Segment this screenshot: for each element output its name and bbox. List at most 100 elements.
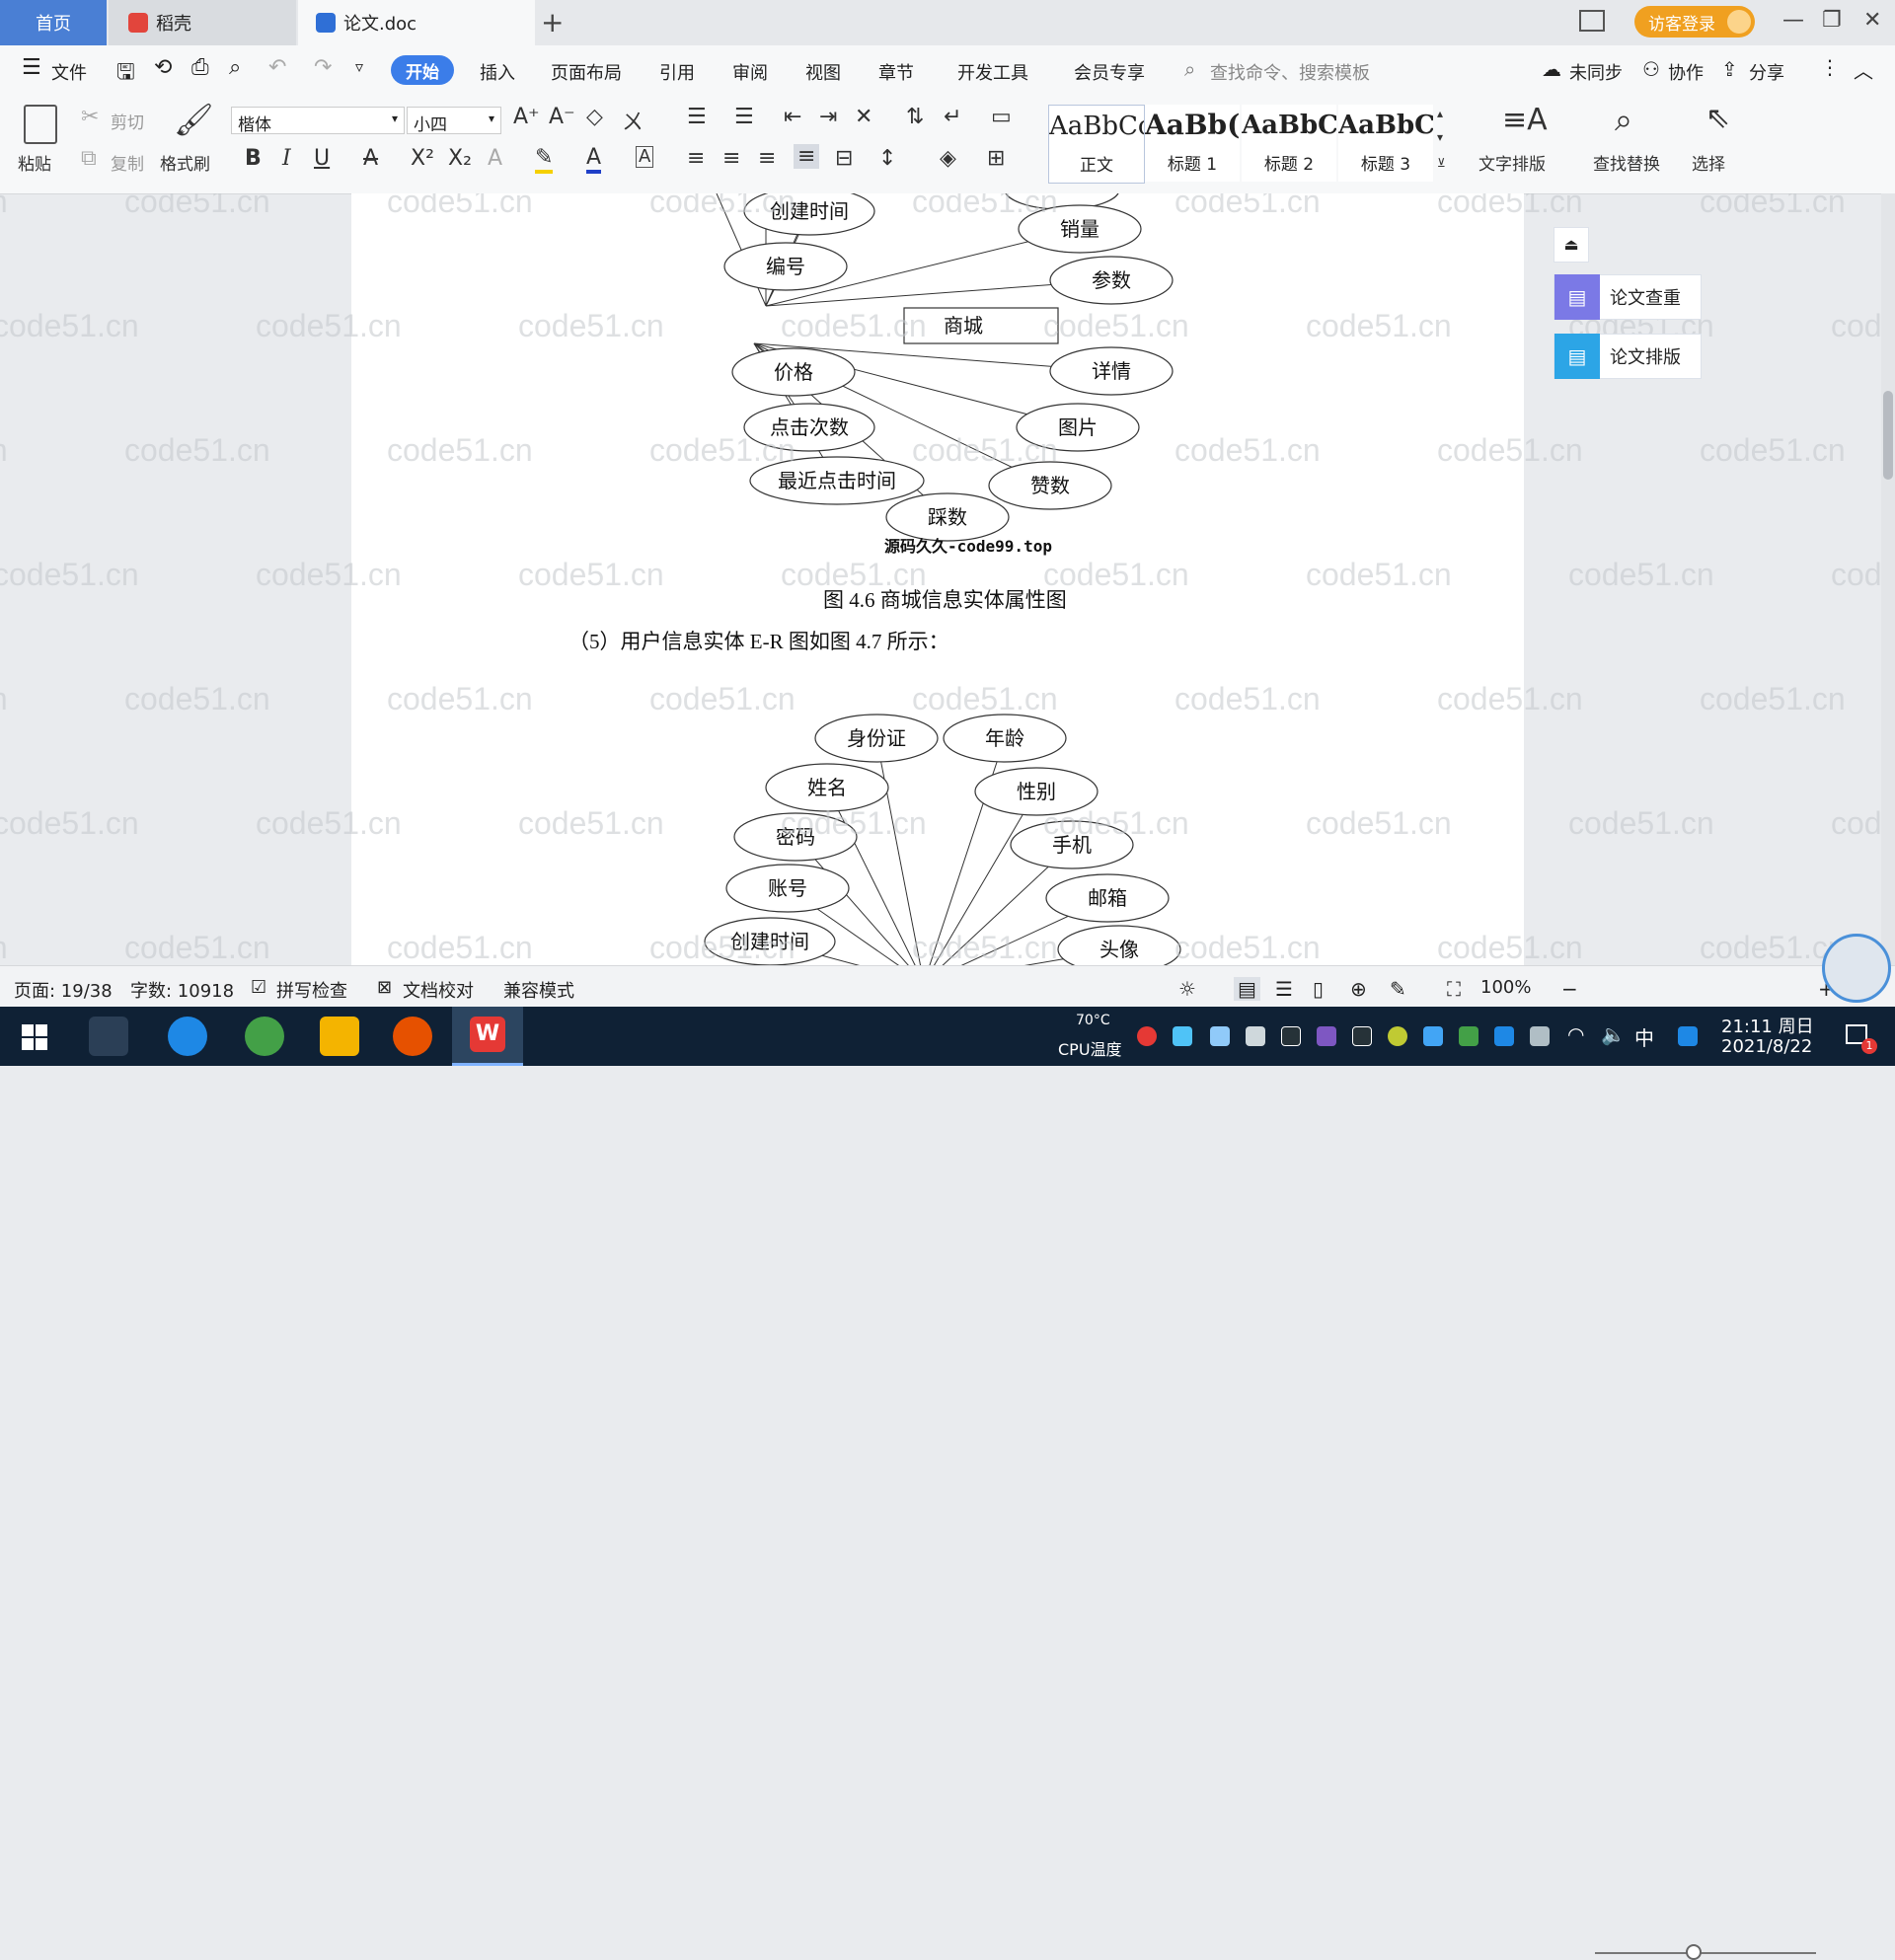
proofread-button[interactable]: 文档校对 [403, 977, 474, 1003]
save-icon[interactable]: 🖫 [116, 55, 135, 93]
eye-protect-icon[interactable]: ☼ [1178, 977, 1196, 1001]
chinese-layout-icon[interactable]: ✕ [855, 105, 872, 129]
subscript-icon[interactable]: X₂ [448, 146, 472, 171]
paste-button[interactable]: 粘贴 [18, 150, 51, 175]
assistant-mascot-icon[interactable] [1822, 934, 1891, 1003]
decrease-indent-icon[interactable]: ⇤ [784, 105, 801, 129]
menu-insert[interactable]: 插入 [480, 59, 515, 85]
char-border-icon[interactable]: A [636, 146, 654, 168]
minimize-icon[interactable]: — [1782, 8, 1804, 33]
text-layout-icon[interactable]: ≡A [1502, 103, 1548, 137]
increase-indent-icon[interactable]: ⇥ [819, 105, 837, 129]
style-normal[interactable]: AaBbCcI 正文 [1048, 105, 1145, 184]
italic-icon[interactable]: I [282, 146, 291, 171]
file-explorer-icon[interactable] [320, 1017, 359, 1056]
paste-icon[interactable] [24, 105, 57, 144]
line-spacing-icon[interactable]: ↕ [878, 146, 896, 171]
numbered-list-icon[interactable]: ☰ [734, 105, 754, 129]
tray-app-icon-2[interactable] [1423, 1026, 1443, 1046]
shield-icon[interactable] [1210, 1026, 1230, 1046]
text-layout-button[interactable]: 文字排版 [1478, 150, 1546, 175]
clock-time[interactable]: 21:11 周日 [1721, 1013, 1814, 1038]
qq-icon-2[interactable] [1317, 1026, 1336, 1046]
nvidia-icon[interactable] [1459, 1026, 1478, 1046]
guest-login-button[interactable]: 访客登录 [1634, 6, 1755, 38]
ime-indicator[interactable]: 中 [1634, 1022, 1654, 1051]
align-left-icon[interactable]: ≡ [687, 146, 705, 171]
bullet-list-icon[interactable]: ☰ [687, 105, 707, 129]
pen-icon[interactable]: ✎ [1390, 977, 1406, 1001]
tab-home[interactable]: 首页 [0, 0, 107, 45]
web-view-icon[interactable]: ⊕ [1350, 977, 1367, 1001]
read-view-icon[interactable]: ▯ [1313, 977, 1324, 1001]
style-heading-3[interactable]: AaBbC 标题 3 [1338, 105, 1433, 182]
text-effect-icon[interactable]: A [488, 146, 502, 171]
align-center-icon[interactable]: ≡ [722, 146, 740, 171]
ie-browser-icon[interactable] [168, 1017, 207, 1056]
menu-references[interactable]: 引用 [659, 59, 695, 85]
zoom-slider-handle[interactable] [1686, 1944, 1702, 1960]
find-replace-button[interactable]: 查找替换 [1593, 150, 1660, 175]
copy-icon[interactable]: ⧉ [81, 146, 97, 171]
menu-view[interactable]: 视图 [805, 59, 841, 85]
more-icon[interactable]: ⋮ [1820, 55, 1840, 79]
underline-icon[interactable]: U [314, 146, 330, 171]
menu-developer[interactable]: 开发工具 [957, 59, 1028, 85]
font-size-select[interactable]: 小四 ▾ [407, 107, 501, 135]
menu-chapter[interactable]: 章节 [878, 59, 914, 85]
cut-button[interactable]: 剪切 [111, 109, 144, 133]
tray-network-tool-icon[interactable] [1173, 1026, 1192, 1046]
collapse-ribbon-icon[interactable]: ︿ [1854, 55, 1873, 84]
align-right-icon[interactable]: ≡ [758, 146, 776, 171]
spell-check-button[interactable]: 拼写检查 [276, 977, 347, 1003]
format-painter-icon[interactable]: 🖌 [174, 101, 214, 138]
copy-button[interactable]: 复制 [111, 150, 144, 175]
collab-button[interactable]: 协作 [1668, 59, 1704, 85]
shrink-font-icon[interactable]: A⁻ [549, 105, 575, 129]
menu-review[interactable]: 审阅 [732, 59, 768, 85]
battery-icon[interactable] [1530, 1026, 1550, 1046]
tab-docer[interactable]: 稻壳 [109, 0, 296, 45]
restore-icon[interactable]: ❐ [1822, 8, 1842, 33]
styles-scroll-down-icon[interactable]: ▾ [1437, 130, 1443, 144]
fit-page-icon[interactable]: ⛶ [1447, 977, 1461, 1001]
tab-document[interactable]: 论文.doc [298, 0, 535, 45]
undo-history-icon[interactable]: ⟲ [154, 55, 172, 80]
zoom-out-icon[interactable]: − [1561, 977, 1578, 1001]
game-app-icon[interactable] [393, 1017, 432, 1056]
justify-icon[interactable]: ≡ [794, 144, 820, 169]
redo-icon[interactable]: ↷ [314, 55, 332, 80]
layout-icon[interactable] [1579, 10, 1605, 32]
share-button[interactable]: 分享 [1749, 59, 1784, 85]
thesis-format-button[interactable]: ▤ 论文排版 [1554, 334, 1702, 379]
styles-scroll-up-icon[interactable]: ▴ [1437, 107, 1443, 120]
phonetic-icon[interactable]: ㄨ [622, 105, 644, 136]
document-page[interactable]: 创建时间 销量 编号 参数 价格 详情 点击次数 图片 最近点击时间 赞数 踩数 商城 身份证 年龄 姓名性… [351, 193, 1524, 965]
cut-icon[interactable]: ✂ [81, 105, 99, 129]
outline-view-icon[interactable]: ☰ [1275, 977, 1293, 1001]
sort-icon[interactable]: ⇅ [906, 105, 924, 129]
styles-expand-icon[interactable]: ⊻ [1437, 156, 1446, 170]
font-color-icon[interactable]: A [586, 146, 602, 174]
ime-app-icon[interactable] [1678, 1026, 1698, 1046]
thesis-check-button[interactable]: ▤ 论文查重 [1554, 274, 1702, 320]
windows-start-icon[interactable] [22, 1024, 47, 1050]
highlight-icon[interactable]: ✎ [535, 146, 554, 174]
new-tab-button[interactable]: + [541, 6, 564, 38]
clear-format-icon[interactable]: ◇ [586, 105, 603, 129]
bluetooth-icon[interactable] [1494, 1026, 1514, 1046]
format-painter-button[interactable]: 格式刷 [160, 150, 210, 175]
menu-page-layout[interactable]: 页面布局 [551, 59, 622, 85]
font-name-select[interactable]: 楷体 ▾ [231, 107, 405, 135]
browser-360-icon[interactable] [245, 1017, 284, 1056]
volume-icon[interactable]: 🔈 [1601, 1022, 1626, 1046]
select-button[interactable]: 选择 [1692, 150, 1725, 175]
unsynced-button[interactable]: 未同步 [1569, 59, 1623, 85]
zoom-level[interactable]: 100% [1480, 977, 1531, 998]
menu-member[interactable]: 会员专享 [1074, 59, 1145, 85]
panel-collapse-icon[interactable]: ⏏ [1554, 227, 1589, 263]
menu-start[interactable]: 开始 [391, 55, 454, 85]
hamburger-icon[interactable]: ☰ [22, 55, 41, 80]
ruler-icon[interactable]: ▭ [991, 105, 1012, 129]
shading-icon[interactable]: ◈ [940, 146, 956, 171]
